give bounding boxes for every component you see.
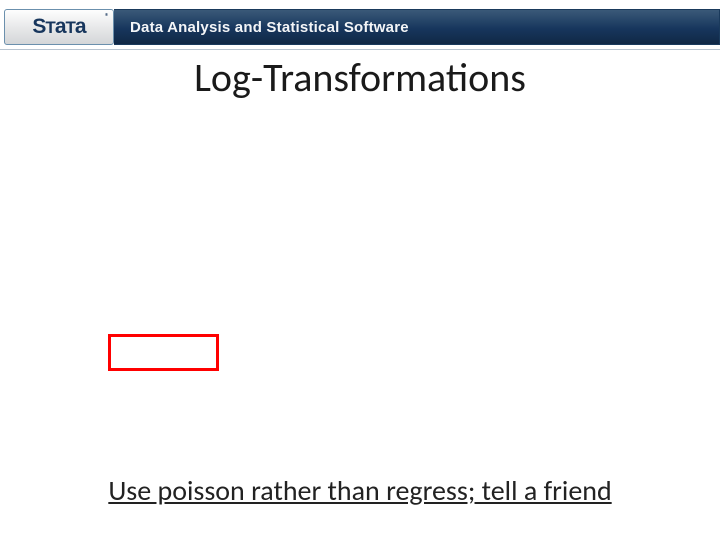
highlight-rectangle (108, 334, 219, 371)
registered-mark-icon: ® (105, 12, 109, 22)
footer-link[interactable]: Use poisson rather than regress; tell a … (108, 473, 611, 508)
stata-logo: STaTa ® (4, 9, 114, 45)
slide-container: STaTa ® Data Analysis and Statistical So… (0, 0, 720, 540)
footer-statement: Use poisson rather than regress; tell a … (0, 473, 720, 508)
header-band: STaTa ® Data Analysis and Statistical So… (0, 9, 720, 45)
header-divider (0, 46, 720, 50)
tagline-text: Data Analysis and Statistical Software (130, 19, 409, 36)
slide-title: Log-Transformations (0, 53, 720, 102)
logo-wordmark: STaTa (32, 15, 85, 39)
header-tagline-strip: Data Analysis and Statistical Software (114, 9, 720, 45)
